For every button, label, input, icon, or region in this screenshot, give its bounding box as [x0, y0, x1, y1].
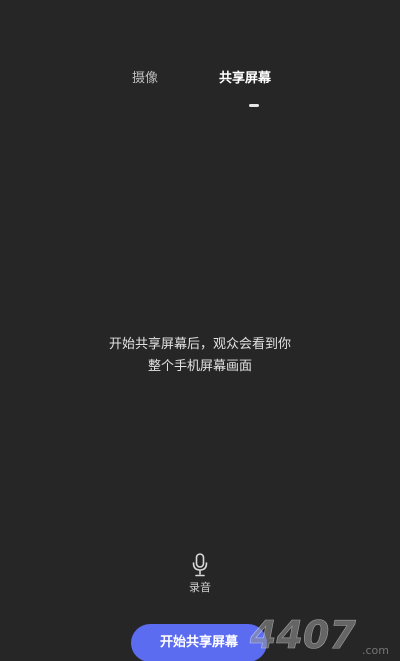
- svg-text:.com: .com: [362, 644, 389, 657]
- record-label: 录音: [189, 581, 211, 594]
- site-watermark-logo: 4407 .com: [249, 613, 389, 658]
- mode-tabs: 摄像 共享屏幕: [0, 70, 400, 110]
- share-screen-info: 开始共享屏幕后，观众会看到你 整个手机屏幕画面: [0, 334, 400, 378]
- active-tab-indicator: [249, 104, 259, 107]
- info-line-1: 开始共享屏幕后，观众会看到你: [108, 337, 291, 352]
- start-share-screen-button[interactable]: 开始共享屏幕: [131, 624, 267, 661]
- info-line-2: 整个手机屏幕画面: [147, 359, 252, 374]
- tab-camera[interactable]: 摄像: [132, 70, 158, 88]
- tab-share-screen[interactable]: 共享屏幕: [219, 70, 271, 88]
- record-audio-toggle[interactable]: 录音: [182, 553, 218, 595]
- microphone-icon: [192, 553, 208, 577]
- share-screen-page: 摄像 共享屏幕 开始共享屏幕后，观众会看到你 整个手机屏幕画面 录音 开始共享屏…: [0, 0, 400, 661]
